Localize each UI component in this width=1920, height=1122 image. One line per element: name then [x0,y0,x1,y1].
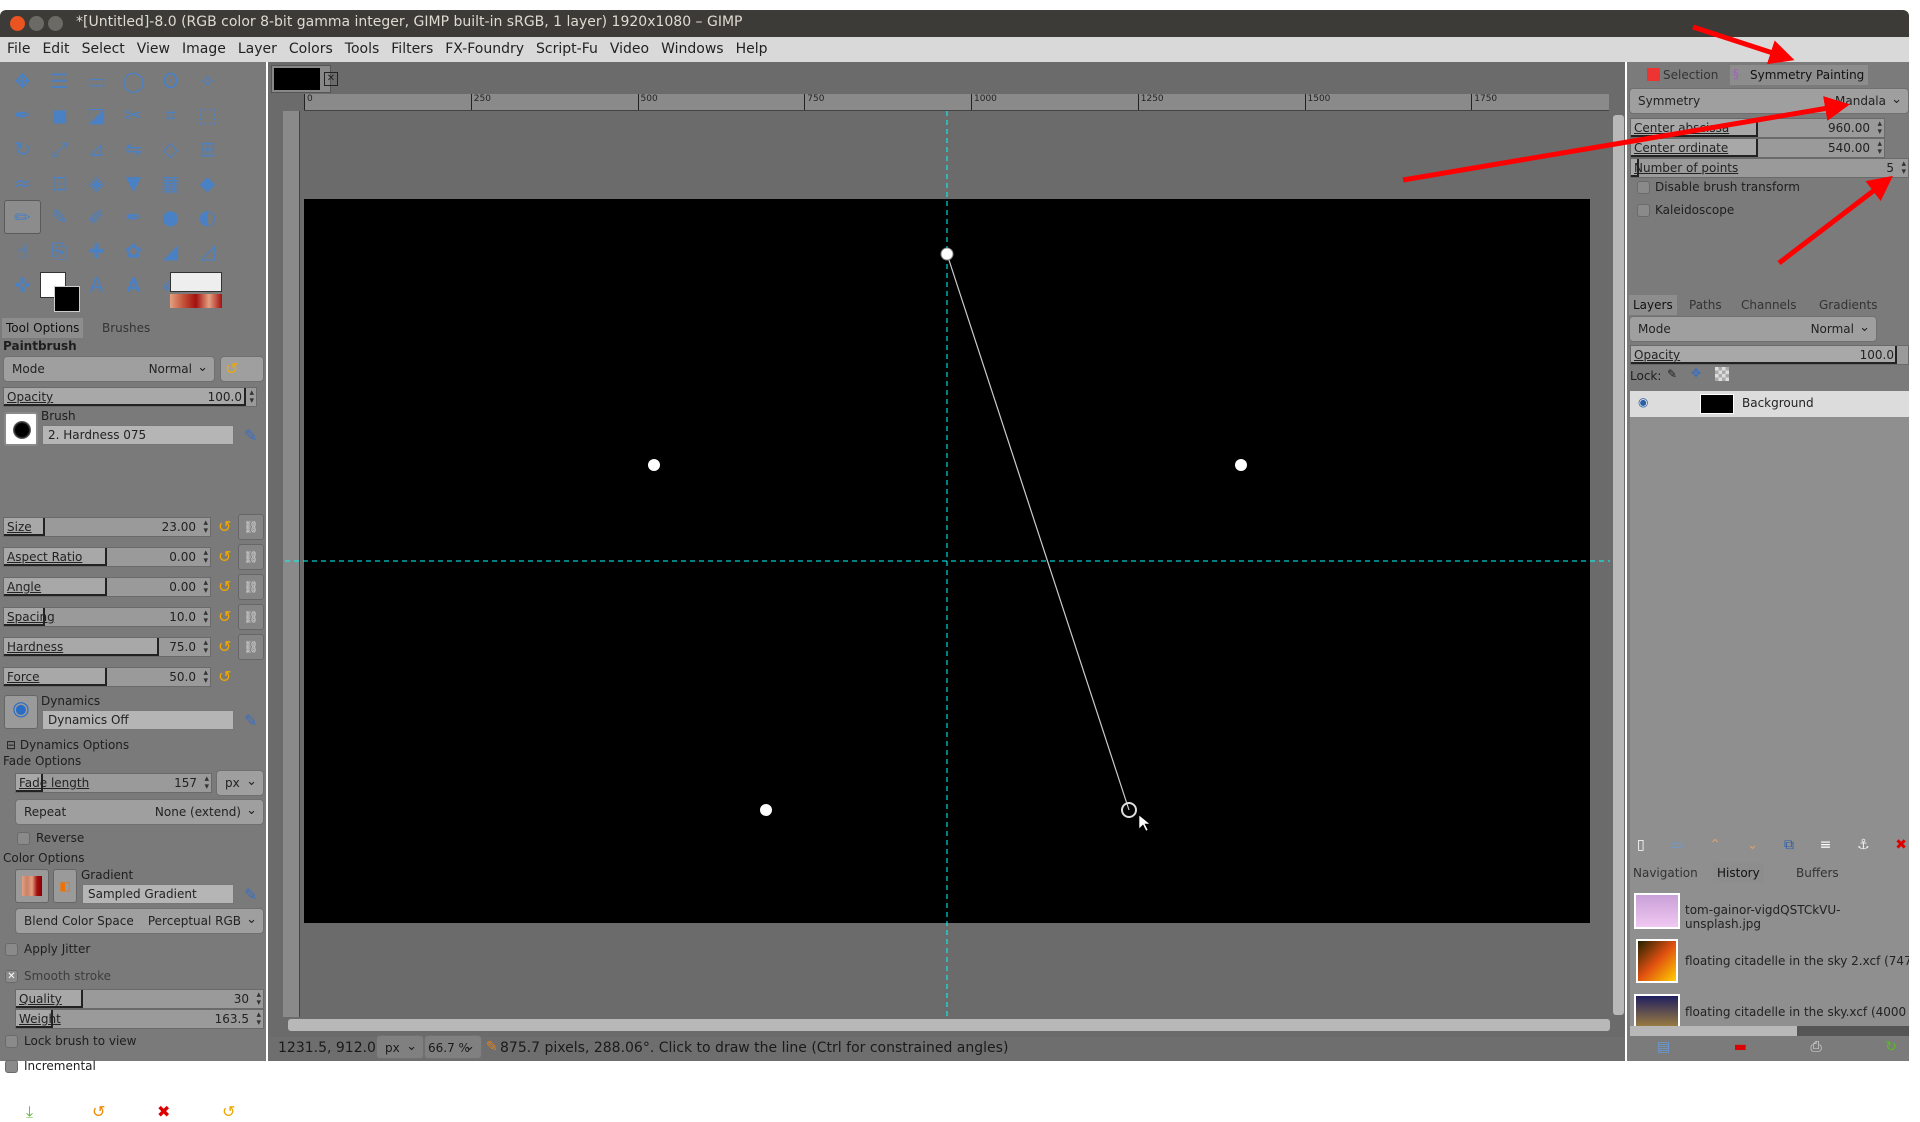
disable-brush-transform-label: Disable brush transform [1655,180,1800,194]
unit-select[interactable]: px ⌄ [376,1035,424,1059]
tab-paths[interactable]: Paths [1685,295,1726,315]
status-bar: 1231.5, 912.0 px ⌄ 66.7 % ⌄ ✎ 875.7 pixels… [268,1035,1625,1061]
print-icon[interactable]: ⎙ [1811,1039,1822,1055]
slider-label: Center abscissa [1634,121,1730,135]
lock-label: Lock: [1630,369,1662,383]
mode-value: Normal [1810,322,1854,336]
tab-label: Channels [1741,298,1797,312]
brush-stroke-point [940,247,954,261]
images-list: tom-gainor-vigdQSTCkVU-unsplash.jpg floa… [1630,886,1909,1026]
symmetry-label: Symmetry [1638,94,1701,108]
tab-buffers[interactable]: Buffers [1792,863,1843,883]
disable-brush-transform-checkbox[interactable] [1637,181,1650,194]
tab-label: Selection [1663,68,1719,82]
mouse-pointer-icon [1138,814,1151,832]
anchor-layer-icon[interactable]: ⚓ [1857,837,1870,853]
slider-value: 960.00 [1828,121,1870,135]
tab-symmetry-painting[interactable]: § Symmetry Painting [1730,65,1869,85]
slider-value: 540.00 [1828,141,1870,155]
image-list-item[interactable]: floating citadelle in the sky 2.xcf (747… [1685,954,1909,968]
layer-opacity-slider[interactable]: Opacity 100.0 [1630,345,1909,365]
tab-label: Gradients [1819,298,1878,312]
raise-layer-icon[interactable]: ⌃ [1709,837,1721,853]
layer-mode-select[interactable]: Mode Normal ⌄ [1629,316,1877,342]
brush-line-preview [946,253,1130,811]
kaleidoscope-label: Kaleidoscope [1655,203,1735,217]
tab-selection[interactable]: Selection [1647,65,1722,85]
paintbrush-icon: ✎ [486,1039,498,1055]
image-thumbnail [1634,893,1680,929]
horizontal-scrollbar[interactable] [288,1019,1610,1031]
new-layer-group-icon[interactable]: ▭ [1670,837,1683,853]
tab-gradients[interactable]: Gradients [1815,295,1881,315]
unit-value: px [385,1041,400,1055]
tab-label: Buffers [1796,866,1839,880]
symmetry-point [1235,459,1247,471]
restore-options-icon[interactable]: ↺ [92,1102,105,1121]
slider-label: Number of points [1634,161,1739,175]
images-scrollbar[interactable] [1630,1026,1909,1036]
image-list-item[interactable]: floating citadelle in the sky.xcf (4000 … [1685,1005,1909,1019]
tab-label: Paths [1689,298,1722,312]
symmetry-select[interactable]: Symmetry Mandala ⌄ [1629,88,1909,114]
delete-options-icon[interactable]: ✖ [157,1102,170,1121]
symmetry-icon: § [1733,67,1739,81]
symmetry-value: Mandala [1835,94,1886,108]
number-of-points-slider[interactable]: Number of points 5 ▴ ▾ [1630,158,1909,178]
tab-history[interactable]: History [1713,863,1764,883]
mode-label: Mode [1638,322,1671,336]
zoom-select[interactable]: 66.7 % ⌄ [424,1035,482,1059]
slider-value: 5 [1886,161,1894,175]
layers-toolbar: ▯ ▭ ⌃ ⌄ ⧉ ≡ ⚓ ✖ [1637,837,1907,853]
symmetry-point [648,459,660,471]
merge-layer-icon[interactable]: ≡ [1820,837,1832,853]
open-image-icon[interactable]: ▤ [1657,1039,1670,1055]
lock-alpha-icon[interactable] [1715,367,1729,381]
reset-options-icon[interactable]: ↺ [222,1102,235,1121]
duplicate-layer-icon[interactable]: ⧉ [1784,837,1794,853]
center-abscissa-slider[interactable]: Center abscissa 960.00 ▴ ▾ [1630,118,1885,138]
tab-label: Layers [1633,298,1673,312]
layer-row[interactable]: ◉ Background [1630,391,1909,417]
refresh-icon[interactable]: ↻ [1885,1039,1897,1055]
status-message: 875.7 pixels, 288.06°. Click to draw the… [500,1040,1009,1056]
slider-label: Opacity [1634,348,1681,362]
tab-label: History [1717,866,1760,880]
lower-layer-icon[interactable]: ⌄ [1747,837,1759,853]
incremental-checkbox[interactable] [5,1060,18,1073]
tab-navigation[interactable]: Navigation [1629,863,1702,883]
save-options-icon[interactable]: ⤓ [26,1102,33,1122]
kaleidoscope-checkbox[interactable] [1637,204,1650,217]
lock-position-icon[interactable]: ✥ [1691,366,1701,380]
incremental-label: Incremental [24,1059,96,1073]
new-layer-icon[interactable]: ▯ [1637,837,1645,853]
tab-label: Symmetry Painting [1750,68,1865,82]
image-list-item[interactable]: tom-gainor-vigdQSTCkVU-unsplash.jpg [1685,903,1909,931]
image-thumbnail [1634,994,1680,1026]
center-ordinate-slider[interactable]: Center ordinate 540.00 ▴ ▾ [1630,138,1885,158]
vertical-scrollbar[interactable] [1613,115,1624,1015]
tab-label: Navigation [1633,866,1698,880]
layers-list [1630,417,1909,887]
layer-name: Background [1742,396,1814,410]
slider-value: 100.0 [1859,348,1894,362]
visibility-eye-icon[interactable]: ◉ [1638,395,1648,409]
selection-icon [1647,68,1660,81]
pointer-coordinates: 1231.5, 912.0 [278,1040,376,1056]
tab-layers[interactable]: Layers [1629,295,1677,315]
remove-image-icon[interactable]: ▬ [1734,1039,1747,1055]
right-dock: Selection § Symmetry Painting Symmetry Man… [1627,62,1909,1061]
slider-label: Center ordinate [1634,141,1729,155]
image-thumbnail [1636,939,1678,983]
delete-layer-icon[interactable]: ✖ [1895,837,1907,853]
lock-pixels-icon[interactable]: ✎ [1667,367,1677,381]
symmetry-point [760,804,772,816]
images-toolbar: ▤ ▬ ⎙ ↻ [1657,1039,1897,1055]
tab-channels[interactable]: Channels [1737,295,1801,315]
layer-thumbnail [1700,394,1734,414]
